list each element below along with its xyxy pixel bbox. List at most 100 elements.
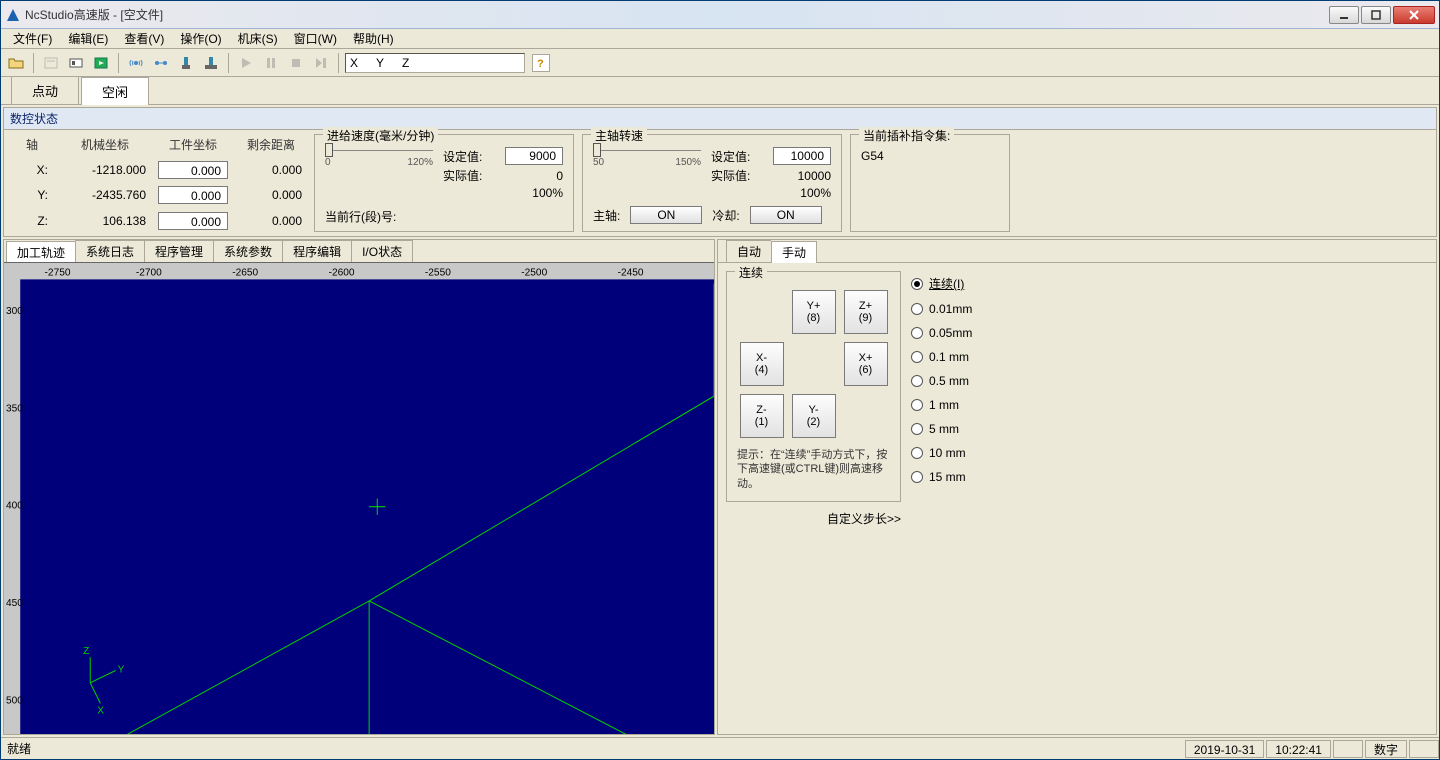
- svg-text:-2750: -2750: [45, 267, 71, 278]
- jog-y-plus[interactable]: Y+(8): [792, 290, 836, 334]
- signal-icon[interactable]: [125, 52, 147, 74]
- radio-01[interactable]: 0.1 mm: [911, 350, 972, 364]
- status-empty2: [1409, 740, 1439, 758]
- spindle-scale-left: 50: [593, 157, 604, 168]
- help-icon[interactable]: ?: [532, 54, 550, 72]
- feed-set-value[interactable]: 9000: [505, 147, 563, 165]
- tab-manual[interactable]: 手动: [771, 241, 817, 263]
- custom-step-button[interactable]: 自定义步长>>: [726, 510, 901, 527]
- jog-x-plus[interactable]: X+(6): [844, 342, 888, 386]
- close-button[interactable]: [1393, 6, 1435, 24]
- tb-btn-2[interactable]: [40, 52, 62, 74]
- feed-act-value: 0: [505, 169, 563, 183]
- radio-5[interactable]: 5 mm: [911, 422, 972, 436]
- axis-x-remain: 0.000: [236, 163, 306, 177]
- spindle-main-label: 主轴:: [593, 207, 620, 224]
- minimize-button[interactable]: [1329, 6, 1359, 24]
- feed-line-label: 当前行(段)号:: [325, 208, 563, 225]
- radio-10[interactable]: 10 mm: [911, 446, 972, 460]
- feed-act-label: 实际值:: [443, 167, 482, 184]
- spindle-set-value[interactable]: 10000: [773, 147, 831, 165]
- trajectory-view[interactable]: -2750 -2700 -2650 -2600 -2550 -2500 -245…: [4, 262, 714, 734]
- play-icon[interactable]: [235, 52, 257, 74]
- menu-view[interactable]: 查看(V): [116, 29, 172, 48]
- pause-icon[interactable]: [260, 52, 282, 74]
- menu-operate[interactable]: 操作(O): [172, 29, 229, 48]
- status-empty: [1333, 740, 1363, 758]
- radio-005[interactable]: 0.05mm: [911, 326, 972, 340]
- stop-icon[interactable]: [285, 52, 307, 74]
- mode-tab-jog[interactable]: 点动: [11, 76, 79, 104]
- menu-help[interactable]: 帮助(H): [345, 29, 402, 48]
- statusbar: 就绪 2019-10-31 10:22:41 数字: [1, 737, 1439, 759]
- tab-trajectory[interactable]: 加工轨迹: [6, 241, 75, 263]
- tb-btn-7[interactable]: [175, 52, 197, 74]
- interp-value: G54: [861, 149, 999, 163]
- axis-z-label: Z:: [12, 214, 52, 228]
- maximize-button[interactable]: [1361, 6, 1391, 24]
- step-radio-group: 连续(I) 0.01mm 0.05mm 0.1 mm 0.5 mm 1 mm 5…: [911, 271, 972, 726]
- coord-display: X Y Z: [345, 53, 525, 73]
- svg-text:-2650: -2650: [232, 267, 258, 278]
- axis-z-machine: 106.138: [60, 214, 150, 228]
- radio-15[interactable]: 15 mm: [911, 470, 972, 484]
- feed-slider[interactable]: [325, 145, 433, 155]
- jog-hint: 提示：在“连续”手动方式下，按下高速键(或CTRL键)则高速移动。: [737, 448, 890, 491]
- radio-1[interactable]: 1 mm: [911, 398, 972, 412]
- spindle-on-button[interactable]: ON: [630, 206, 702, 224]
- spindle-slider[interactable]: [593, 145, 701, 155]
- svg-text:350: 350: [6, 403, 23, 414]
- svg-text:-2450: -2450: [618, 267, 644, 278]
- coord-z-label: Z: [402, 56, 409, 70]
- status-date: 2019-10-31: [1185, 740, 1264, 758]
- menu-window[interactable]: 窗口(W): [286, 29, 345, 48]
- menu-file[interactable]: 文件(F): [5, 29, 60, 48]
- radio-05[interactable]: 0.5 mm: [911, 374, 972, 388]
- menu-machine[interactable]: 机床(S): [230, 29, 286, 48]
- tb-btn-6[interactable]: [150, 52, 172, 74]
- window-title: NcStudio高速版 - [空文件]: [25, 6, 1329, 23]
- svg-text:-2500: -2500: [521, 267, 547, 278]
- step-icon[interactable]: [310, 52, 332, 74]
- radio-001[interactable]: 0.01mm: [911, 302, 972, 316]
- app-window: NcStudio高速版 - [空文件] 文件(F) 编辑(E) 查看(V) 操作…: [0, 0, 1440, 760]
- tab-iostatus[interactable]: I/O状态: [351, 240, 413, 262]
- tb-btn-4[interactable]: [90, 52, 112, 74]
- app-icon: [5, 7, 21, 23]
- jog-y-minus[interactable]: Y-(2): [792, 394, 836, 438]
- tab-progedit[interactable]: 程序编辑: [282, 240, 351, 262]
- jog-x-minus[interactable]: X-(4): [740, 342, 784, 386]
- tab-sysparam[interactable]: 系统参数: [213, 240, 282, 262]
- axis-grid: 轴 机械坐标 工件坐标 剩余距离 X: -1218.000 0.000 0.00…: [12, 134, 306, 232]
- mode-tab-idle[interactable]: 空闲: [81, 77, 149, 105]
- axis-z-work[interactable]: 0.000: [158, 212, 228, 230]
- axis-y-machine: -2435.760: [60, 188, 150, 202]
- tab-syslog[interactable]: 系统日志: [75, 240, 144, 262]
- tab-progmgr[interactable]: 程序管理: [144, 240, 213, 262]
- status-num: 数字: [1365, 740, 1407, 758]
- menu-edit[interactable]: 编辑(E): [60, 29, 116, 48]
- jog-z-plus[interactable]: Z+(9): [844, 290, 888, 334]
- svg-text:Z: Z: [83, 646, 89, 657]
- spindle-cool-label: 冷却:: [712, 207, 739, 224]
- spindle-act-value: 10000: [773, 169, 831, 183]
- tb-btn-8[interactable]: [200, 52, 222, 74]
- radio-continuous[interactable]: 连续(I): [911, 275, 972, 292]
- left-tabstrip: 加工轨迹 系统日志 程序管理 系统参数 程序编辑 I/O状态: [4, 240, 714, 262]
- svg-text:X: X: [97, 705, 104, 716]
- spindle-scale-right: 150%: [675, 157, 701, 168]
- svg-text:-2700: -2700: [136, 267, 162, 278]
- tab-auto[interactable]: 自动: [726, 240, 771, 262]
- svg-text:-2600: -2600: [329, 267, 355, 278]
- axis-y-work[interactable]: 0.000: [158, 186, 228, 204]
- feed-group: 进给速度(毫米/分钟) 0 120% 设定值:9000: [314, 134, 574, 232]
- open-icon[interactable]: [5, 52, 27, 74]
- svg-text:500: 500: [6, 695, 23, 706]
- coolant-on-button[interactable]: ON: [750, 206, 822, 224]
- spindle-group: 主轴转速 50 150% 设定值:10000 实: [582, 134, 842, 232]
- mode-tabs: 点动 空闲: [1, 77, 1439, 105]
- jog-z-minus[interactable]: Z-(1): [740, 394, 784, 438]
- axis-x-work[interactable]: 0.000: [158, 161, 228, 179]
- axis-x-machine: -1218.000: [60, 163, 150, 177]
- tb-btn-3[interactable]: [65, 52, 87, 74]
